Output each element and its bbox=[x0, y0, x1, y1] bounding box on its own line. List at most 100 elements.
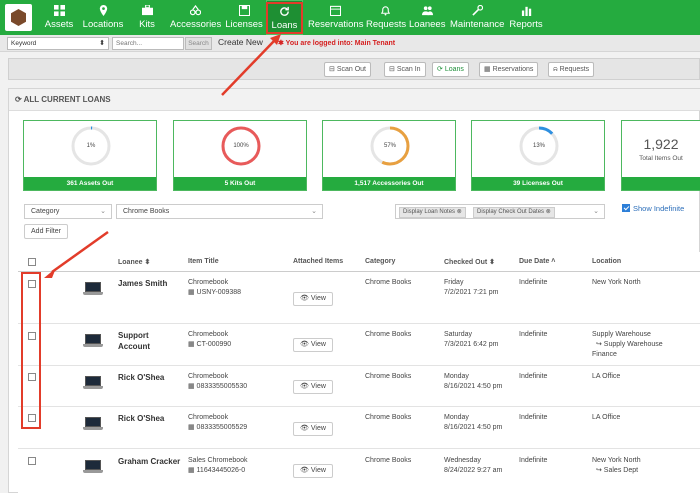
stat-percent: 57% bbox=[383, 143, 396, 149]
nav-locations-label: Locations bbox=[82, 19, 124, 30]
item-title[interactable]: Chromebook bbox=[188, 413, 228, 423]
loanee-name[interactable]: Graham Cracker bbox=[118, 457, 180, 467]
annotation-highlight-checkboxes bbox=[21, 272, 41, 429]
category-value-select[interactable]: Chrome Books ⌄ bbox=[116, 204, 323, 219]
reservations-label: Reservations bbox=[492, 66, 534, 73]
nav-assets[interactable]: Assets bbox=[42, 0, 76, 35]
refresh-icon: ⟳ bbox=[15, 95, 24, 104]
nav-kits[interactable]: Kits bbox=[132, 0, 162, 35]
sub-location-line2: Finance bbox=[592, 351, 617, 358]
checkout-day: Monday bbox=[444, 414, 469, 421]
reservations-calendar-icon: ▦ bbox=[484, 66, 493, 73]
loans-refresh-icon: ⟳ bbox=[437, 66, 445, 73]
nav-requests-label: Requests bbox=[366, 19, 407, 30]
nav-reservations[interactable]: Reservations bbox=[308, 0, 363, 35]
briefcase-icon bbox=[132, 0, 162, 17]
checkout-day: Friday bbox=[444, 279, 464, 286]
nav-accessories[interactable]: Accessories bbox=[170, 0, 221, 35]
app-logo[interactable] bbox=[5, 4, 32, 31]
item-barcode: ▦ CT-000990 bbox=[188, 341, 232, 348]
show-indefinite-label: Show Indefinite bbox=[633, 204, 685, 213]
table-row[interactable]: Graham Cracker Sales Chromebook ▦ 116434… bbox=[18, 449, 700, 493]
stat-card-licenses[interactable]: 13% 39 Licenses Out bbox=[471, 120, 605, 191]
item-category: Chrome Books bbox=[365, 414, 412, 421]
nav-requests[interactable]: Requests bbox=[366, 0, 407, 35]
category-filter-select[interactable]: Category ⌄ bbox=[24, 204, 112, 219]
view-attached-button[interactable]: 👁 View bbox=[293, 338, 333, 352]
loanee-name[interactable]: Support bbox=[118, 331, 149, 341]
add-filter-button[interactable]: Add Filter bbox=[24, 224, 68, 239]
stat-card-kits[interactable]: 100% 5 Kits Out bbox=[173, 120, 307, 191]
nav-maintenance[interactable]: Maintenance bbox=[450, 0, 504, 35]
stat-card-accessories[interactable]: 57% 1,517 Accessories Out bbox=[322, 120, 456, 191]
item-title[interactable]: Chromebook bbox=[188, 278, 228, 288]
loans-button[interactable]: ⟳ Loans bbox=[432, 62, 469, 77]
search-input[interactable] bbox=[112, 37, 184, 50]
table-row[interactable]: Rick O'Shea Chromebook ▦ 0833355005529 👁… bbox=[18, 407, 700, 449]
scan-in-button[interactable]: ⊟ Scan In bbox=[384, 62, 426, 77]
item-barcode: ▦ 11643445026-0 bbox=[188, 467, 246, 474]
keyword-select[interactable]: Keyword ⬍ bbox=[7, 37, 109, 50]
map-pin-icon bbox=[80, 0, 126, 17]
category-filter-label: Category bbox=[31, 208, 60, 215]
top-navigation: Assets Locations Kits Accessories Licens… bbox=[0, 0, 700, 35]
grid-icon bbox=[42, 0, 76, 17]
nav-reports[interactable]: Reports bbox=[509, 0, 543, 35]
view-attached-button[interactable]: 👁 View bbox=[293, 464, 333, 478]
requests-button[interactable]: ⍾ Requests bbox=[548, 62, 595, 77]
nav-licenses[interactable]: Licenses bbox=[224, 0, 264, 35]
col-due-date[interactable]: Due Date ˄ bbox=[519, 258, 555, 265]
nav-maintenance-label: Maintenance bbox=[450, 19, 505, 30]
loanee-name-line2[interactable]: Account bbox=[118, 342, 150, 352]
laptop-thumbnail bbox=[83, 460, 103, 473]
scan-out-button[interactable]: ⊟ Scan Out bbox=[324, 62, 371, 77]
view-attached-button[interactable]: 👁 View bbox=[293, 380, 333, 394]
sub-location: ↪ Sales Dept bbox=[596, 467, 639, 474]
checkbox-checked[interactable] bbox=[622, 204, 630, 212]
create-new-link[interactable]: Create New bbox=[218, 37, 263, 47]
loanee-name[interactable]: James Smith bbox=[118, 279, 167, 289]
nav-locations[interactable]: Locations bbox=[80, 0, 126, 35]
col-loanee[interactable]: Loanee ⬍ bbox=[118, 258, 150, 266]
search-button[interactable]: Search bbox=[185, 37, 212, 50]
show-indefinite-toggle[interactable]: Show Indefinite bbox=[622, 204, 684, 213]
item-title[interactable]: Chromebook bbox=[188, 372, 228, 382]
search-bar: Keyword ⬍ Search Create New ✱ You are log… bbox=[0, 35, 700, 52]
due-date: Indefinite bbox=[519, 414, 548, 421]
chip-display-loan-notes[interactable]: Display Loan Notes ⊗ bbox=[399, 207, 466, 218]
chip-display-check-out-dates[interactable]: Display Check Out Dates ⊗ bbox=[473, 207, 555, 218]
select-all-checkbox[interactable] bbox=[28, 258, 36, 266]
chevron-down-icon: ⌄ bbox=[100, 208, 106, 215]
reservations-button[interactable]: ▦ Reservations bbox=[479, 62, 539, 77]
table-row[interactable]: Rick O'Shea Chromebook ▦ 0833355005530 👁… bbox=[18, 366, 700, 407]
laptop-thumbnail bbox=[83, 334, 103, 347]
total-items-count: 1,922 bbox=[643, 136, 679, 152]
loanee-name[interactable]: Rick O'Shea bbox=[118, 414, 164, 424]
checkout-datetime: 7/3/2021 6:42 pm bbox=[444, 341, 499, 348]
due-date: Indefinite bbox=[519, 279, 548, 286]
view-attached-button[interactable]: 👁 View bbox=[293, 292, 333, 306]
col-checked-out[interactable]: Checked Out ⬍ bbox=[444, 258, 495, 266]
stat-card-assets[interactable]: 1% 361 Assets Out bbox=[23, 120, 157, 191]
total-items-label: Total Items Out bbox=[639, 155, 683, 162]
stat-percent: 13% bbox=[532, 143, 545, 149]
loanee-name[interactable]: Rick O'Shea bbox=[118, 373, 164, 383]
col-item-title: Item Title bbox=[188, 258, 219, 265]
item-title[interactable]: Sales Chromebook bbox=[188, 456, 248, 466]
stat-percent: 100% bbox=[233, 143, 249, 149]
location: New York North bbox=[592, 279, 641, 286]
table-row[interactable]: Support Account Chromebook ▦ CT-000990 👁… bbox=[18, 324, 700, 366]
item-title[interactable]: Chromebook bbox=[188, 330, 228, 340]
col-attached-items: Attached Items bbox=[293, 258, 344, 265]
laptop-thumbnail bbox=[83, 376, 103, 389]
nav-loanees[interactable]: Loanees bbox=[409, 0, 445, 35]
row-checkbox[interactable] bbox=[28, 457, 36, 465]
bar-chart-icon bbox=[509, 0, 543, 17]
requests-bell-icon: ⍾ bbox=[553, 66, 560, 73]
location: LA Office bbox=[592, 373, 621, 380]
stat-card-total[interactable]: 1,922 Total Items Out bbox=[621, 120, 700, 191]
calendar-icon bbox=[308, 0, 362, 17]
table-row[interactable]: James Smith Chromebook ▦ USNY-009388 👁 V… bbox=[18, 272, 700, 324]
view-attached-button[interactable]: 👁 View bbox=[293, 422, 333, 436]
checkout-datetime: 8/16/2021 4:50 pm bbox=[444, 383, 503, 390]
